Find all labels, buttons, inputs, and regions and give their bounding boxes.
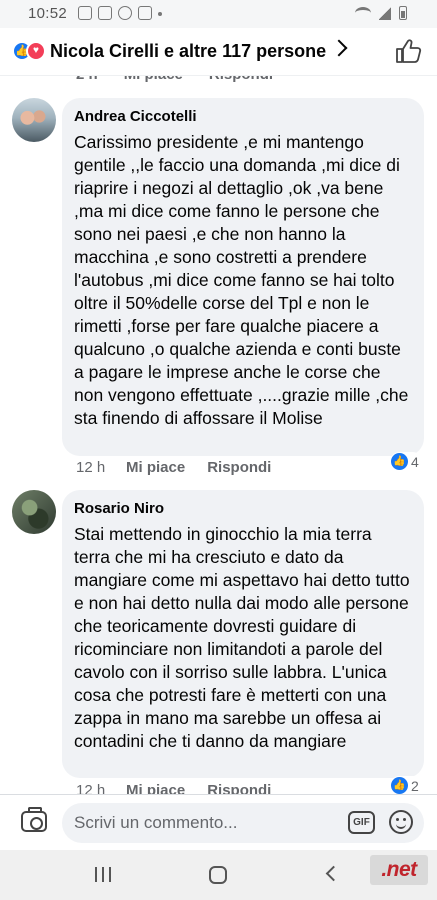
avatar[interactable]: [12, 490, 56, 534]
like-reaction-icon: 👍: [391, 453, 408, 470]
love-reaction-icon: ♥: [26, 41, 46, 61]
messenger-notification-icon: [98, 6, 112, 20]
comment-text: Carissimo presidente ,e mi mantengo gent…: [74, 132, 409, 428]
signal-icon: [379, 6, 391, 20]
gallery-notification-icon: [78, 6, 92, 20]
whatsapp-notification-icon: [118, 6, 132, 20]
like-button-icon[interactable]: [395, 38, 423, 64]
reaction-icons: 👍 ♥: [12, 41, 46, 61]
chevron-right-icon[interactable]: [330, 39, 348, 57]
comment-bubble[interactable]: Rosario Niro Stai mettendo in ginocchio …: [62, 490, 424, 778]
wifi-icon: [355, 7, 371, 19]
watermark-logo: .net: [370, 855, 428, 885]
reactions-summary[interactable]: Nicola Cirelli e altre 117 persone: [50, 41, 326, 62]
status-bar: 10:52: [0, 0, 437, 28]
like-link[interactable]: Mi piace: [126, 459, 185, 476]
dot-icon: [158, 12, 162, 16]
like-reaction-icon: 👍: [391, 777, 408, 794]
comment-author[interactable]: Andrea Ciccotelli: [74, 108, 412, 125]
comment-bubble[interactable]: Andrea Ciccotelli Carissimo presidente ,…: [62, 98, 424, 456]
recent-apps-icon[interactable]: [95, 867, 111, 882]
battery-icon: [399, 6, 407, 20]
reaction-count: 4: [411, 453, 419, 470]
reply-link[interactable]: Rispondi: [207, 459, 271, 476]
notification-icons: [78, 6, 162, 20]
comment-time: 12 h: [76, 459, 106, 476]
back-icon[interactable]: [325, 865, 342, 882]
comment-composer: GIF: [0, 794, 437, 850]
reaction-count-badge[interactable]: 👍 2: [390, 776, 422, 795]
emoji-icon[interactable]: [389, 810, 413, 834]
comment-text: Stai mettendo in ginocchio la mia terra …: [74, 524, 410, 751]
home-icon[interactable]: [209, 866, 227, 884]
reaction-count-badge[interactable]: 👍 4: [390, 452, 422, 471]
app-notification-icon: [138, 6, 152, 20]
comment-meta: 12 h Mi piace Rispondi: [76, 459, 293, 476]
gif-button[interactable]: GIF: [348, 811, 375, 834]
comment-author[interactable]: Rosario Niro: [74, 500, 412, 517]
reaction-count: 2: [411, 777, 419, 794]
camera-icon[interactable]: [21, 807, 47, 832]
status-time: 10:52: [28, 5, 68, 22]
reactions-header[interactable]: 👍 ♥ Nicola Cirelli e altre 117 persone: [0, 28, 437, 76]
avatar[interactable]: [12, 98, 56, 142]
